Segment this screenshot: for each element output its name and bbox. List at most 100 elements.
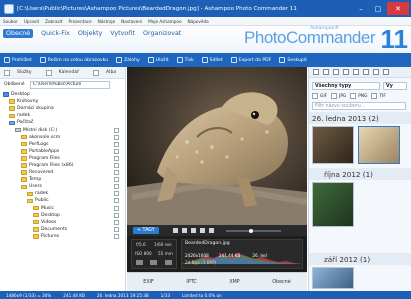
tree-item[interactable]: Program Files (x86) (0, 162, 125, 169)
tree-checkbox[interactable] (114, 148, 119, 154)
info-tab-1[interactable]: IPTC (186, 280, 196, 285)
toolbar-button-4[interactable]: Tisk (176, 57, 194, 63)
tree-checkbox[interactable] (114, 141, 119, 147)
tree-item[interactable]: radek (0, 190, 125, 197)
tags-button[interactable]: + TAGY (133, 227, 159, 234)
toolbar-button-7[interactable]: Seskupit (279, 57, 307, 63)
tree-checkbox[interactable] (114, 177, 119, 183)
list-view-icon[interactable] (353, 69, 359, 75)
tab-3[interactable]: Vytvořit (110, 30, 135, 37)
tree-checkbox[interactable] (114, 226, 119, 232)
menu-item-4[interactable]: Nástroje (98, 19, 115, 24)
sort-filter[interactable]: Vy (383, 82, 407, 90)
tree-item[interactable]: Desktop (0, 91, 125, 98)
left-tab-1[interactable]: Kalendář (45, 69, 86, 76)
tab-0[interactable]: Obecné (3, 29, 34, 38)
toolbar-button-2[interactable]: Zálohy (116, 57, 140, 63)
tree-checkbox[interactable] (114, 191, 119, 197)
type-check-0[interactable]: GIF (312, 93, 327, 99)
tree-checkbox[interactable] (114, 233, 119, 239)
thumbnail-1[interactable] (312, 126, 354, 164)
forward-icon[interactable] (323, 69, 329, 75)
tree-item[interactable]: Místní disk (C:) (0, 126, 125, 133)
toolbar-button-6[interactable]: Export do PDF (230, 57, 271, 63)
back-icon[interactable] (313, 69, 319, 75)
tree-item[interactable]: Domácí skupina (0, 105, 125, 112)
thumbnails-view-icon[interactable] (343, 69, 349, 75)
tree-item[interactable]: Počítač (0, 119, 125, 126)
type-check-2[interactable]: PNG (350, 93, 367, 99)
toolbar-button-3[interactable]: Uložit (147, 57, 169, 63)
thumbnail-4[interactable] (312, 267, 354, 289)
menu-item-0[interactable]: Soubor (3, 19, 18, 24)
tree-checkbox[interactable] (114, 170, 119, 176)
tree-item[interactable]: PortableApps (0, 148, 125, 155)
left-tab-0[interactable]: Složky (4, 69, 39, 76)
menu-item-2[interactable]: Zobrazit (45, 19, 62, 24)
tree-checkbox[interactable] (114, 205, 119, 211)
image-viewer[interactable] (127, 67, 307, 225)
tree-item[interactable]: Users (0, 183, 125, 190)
info-tab-0[interactable]: EXIF (143, 280, 154, 285)
thumbnail-3[interactable] (312, 182, 354, 227)
tree-checkbox[interactable] (114, 184, 119, 190)
tree-item[interactable]: Recovered (0, 169, 125, 176)
tree-checkbox[interactable] (114, 162, 119, 168)
tree-item[interactable]: Desktop (0, 212, 125, 219)
tree-checkbox[interactable] (114, 198, 119, 204)
up-icon[interactable] (333, 69, 339, 75)
tree-checkbox[interactable] (114, 219, 119, 225)
tree-checkbox[interactable] (114, 212, 119, 218)
left-tab-2[interactable]: Alba (93, 69, 123, 76)
info-tab-3[interactable]: Obecné (272, 280, 290, 285)
minimize-button[interactable]: – (353, 2, 369, 15)
filename-filter-input[interactable]: Filtr názvu souboru... (312, 102, 406, 110)
group-header-1[interactable]: 26. ledna 2013 (2) (309, 112, 411, 124)
group-date-2: října 2012 (1) (324, 169, 373, 179)
tree-item[interactable]: Knihovny (0, 98, 125, 105)
tree-item[interactable]: akonsole.scm (0, 134, 125, 141)
info-tab-2[interactable]: XMP (229, 280, 239, 285)
tree-item[interactable]: Temp (0, 176, 125, 183)
thumbnail-2-selected[interactable] (358, 126, 400, 164)
menu-item-6[interactable]: Moje Ashampoo (148, 19, 181, 24)
menu-item-1[interactable]: Upravit (24, 19, 39, 24)
menu-item-3[interactable]: Prezentace (69, 19, 92, 24)
tab-1[interactable]: Quick-Fix (41, 30, 70, 37)
refresh-icon[interactable] (373, 69, 379, 75)
type-check-3[interactable]: TIF (371, 93, 386, 99)
group-header-3[interactable]: září 2012 (1) (309, 253, 411, 265)
tree-item[interactable]: Music (0, 205, 125, 212)
tree-item[interactable]: Public (0, 197, 125, 204)
toolbar-button-1[interactable]: Režim na celou obrazovku (39, 57, 108, 63)
tree-checkbox[interactable] (114, 127, 119, 133)
tab-2[interactable]: Objekty (78, 30, 102, 37)
tab-4[interactable]: Organizovat (143, 30, 181, 37)
menu-item-7[interactable]: Nápověda (188, 19, 209, 24)
tree-item[interactable]: PerfLogs (0, 141, 125, 148)
menu-item-5[interactable]: Nastavení (121, 19, 142, 24)
tree-checkbox[interactable] (114, 155, 119, 161)
tree-item[interactable]: Videos (0, 219, 125, 226)
zoom-original-icon (181, 227, 187, 233)
favorites-path-select[interactable]: C:\Users\Public\Picture (30, 80, 110, 89)
tree-checkbox[interactable] (114, 134, 119, 140)
tree-item-label: Temp (29, 177, 42, 183)
settings-icon[interactable] (383, 69, 389, 75)
close-button[interactable]: ✕ (387, 2, 409, 15)
compare-icon (208, 227, 214, 233)
status-field-2: 26. ledna 2013 19:25:38 (96, 292, 149, 298)
tree-item[interactable]: Documents (0, 226, 125, 233)
left-pane-tabs: Složky Kalendář Alba (0, 67, 125, 79)
type-check-1[interactable]: JPG (331, 93, 346, 99)
file-type-filter[interactable]: Všechny typy (312, 82, 380, 90)
tree-item[interactable]: Program Files (0, 155, 125, 162)
tree-item[interactable]: Pictures (0, 233, 125, 240)
group-header-2[interactable]: října 2012 (1) (309, 168, 411, 180)
toolbar-button-5[interactable]: Sdílet (201, 57, 223, 63)
details-view-icon[interactable] (363, 69, 369, 75)
toolbar-button-0[interactable]: Prohlížet (4, 57, 32, 63)
maximize-button[interactable]: □ (370, 2, 386, 15)
tree-item[interactable]: radek (0, 112, 125, 119)
folder-icon (21, 149, 27, 154)
